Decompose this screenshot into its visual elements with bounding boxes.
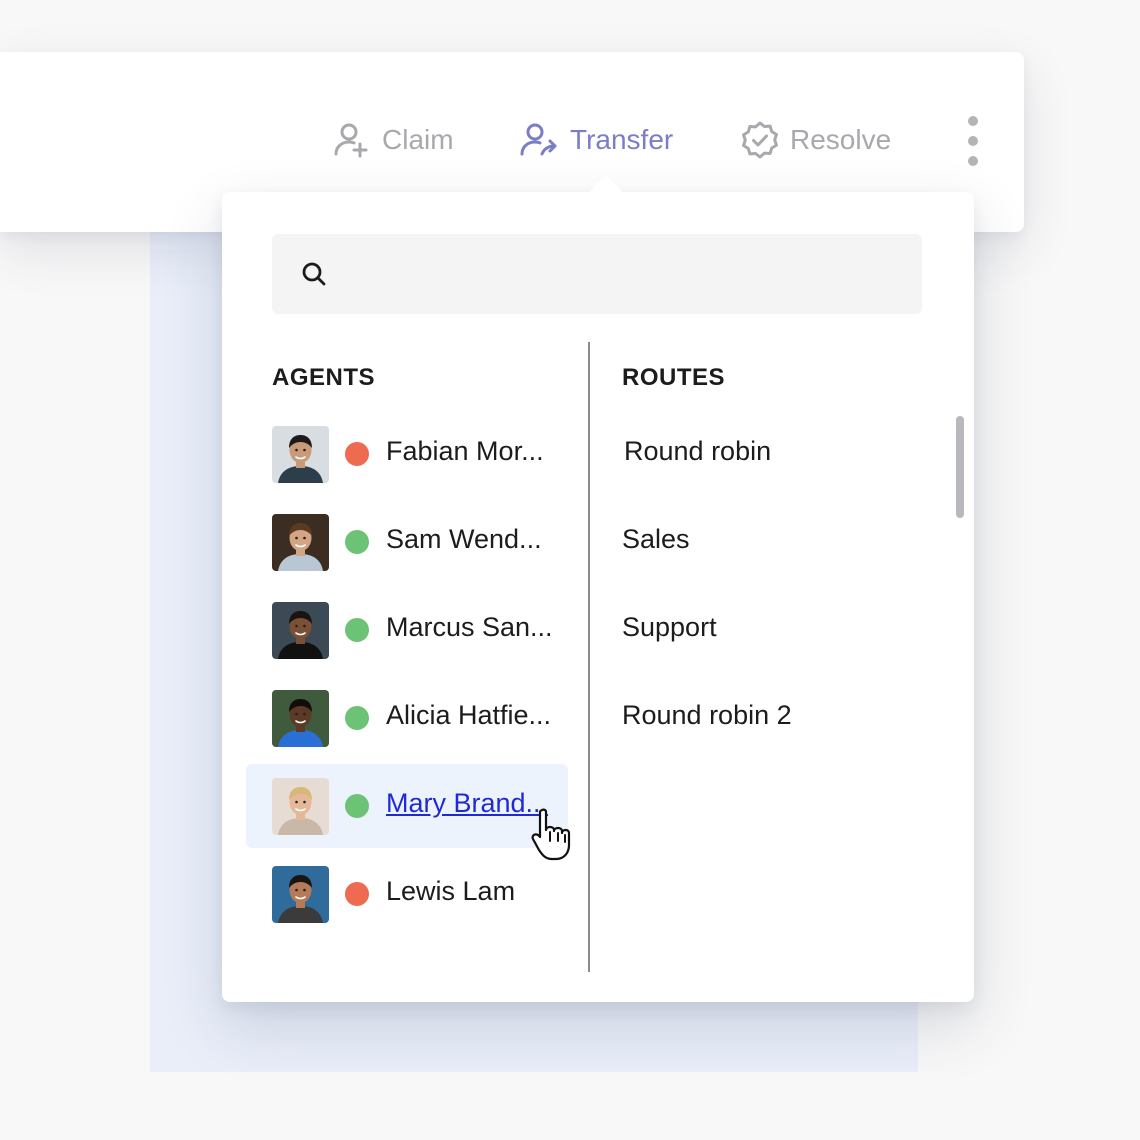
column-divider (588, 342, 590, 972)
resolve-label: Resolve (790, 124, 892, 155)
avatar (272, 690, 329, 747)
avatar (272, 778, 329, 835)
status-dot-online (345, 794, 369, 818)
agent-name: Fabian Mor... (386, 436, 544, 466)
more-options-button[interactable] (960, 112, 986, 170)
status-dot-online (345, 706, 369, 730)
avatar (272, 514, 329, 571)
transfer-button[interactable]: Transfer (518, 118, 673, 162)
agents-heading: AGENTS (272, 364, 376, 391)
agent-row[interactable]: Alicia Hatfie... (246, 676, 568, 760)
avatar (272, 426, 329, 483)
search-field[interactable] (272, 234, 922, 314)
transfer-dropdown: AGENTS ROUTES Fabian Mor... Sam Wend... Ma… (222, 175, 974, 1002)
routes-scrollbar[interactable] (956, 416, 964, 518)
transfer-label: Transfer (570, 124, 674, 155)
vertical-dots-icon (968, 116, 978, 126)
route-item-round-robin-2[interactable]: Round robin 2 (622, 700, 792, 731)
badge-check-icon (740, 120, 780, 160)
hand-pointer-icon (531, 808, 571, 861)
status-dot-online (345, 530, 369, 554)
agent-name: Marcus San... (386, 612, 553, 642)
agent-name[interactable]: Mary Brand... (386, 788, 548, 819)
search-input[interactable] (342, 259, 906, 289)
user-plus-icon (332, 120, 372, 160)
agent-name: Alicia Hatfie... (386, 700, 552, 730)
vertical-dots-icon (968, 136, 978, 146)
avatar (272, 602, 329, 659)
route-item-sales[interactable]: Sales (622, 524, 690, 555)
agent-row[interactable]: Mary Brand... (246, 764, 568, 848)
agent-row[interactable]: Lewis Lam (246, 852, 568, 936)
route-item-round-robin[interactable]: Round robin (624, 436, 771, 467)
claim-label: Claim (382, 124, 454, 155)
avatar (272, 866, 329, 923)
user-transfer-icon (518, 120, 560, 160)
search-icon (302, 262, 326, 286)
agent-row[interactable]: Sam Wend... (246, 500, 568, 584)
claim-button[interactable]: Claim (332, 118, 454, 162)
status-dot-away (345, 882, 369, 906)
vertical-dots-icon (968, 156, 978, 166)
app-stage: Claim Transfer Resolve AGENTS ROUTES Fab… (0, 0, 1140, 1140)
route-item-support[interactable]: Support (622, 612, 717, 643)
agent-name: Sam Wend... (386, 524, 542, 554)
routes-heading: ROUTES (622, 364, 726, 391)
agent-row[interactable]: Fabian Mor... (246, 412, 568, 496)
status-dot-online (345, 618, 369, 642)
resolve-button[interactable]: Resolve (740, 118, 891, 162)
agent-name: Lewis Lam (386, 876, 516, 906)
status-dot-away (345, 442, 369, 466)
agent-row[interactable]: Marcus San... (246, 588, 568, 672)
